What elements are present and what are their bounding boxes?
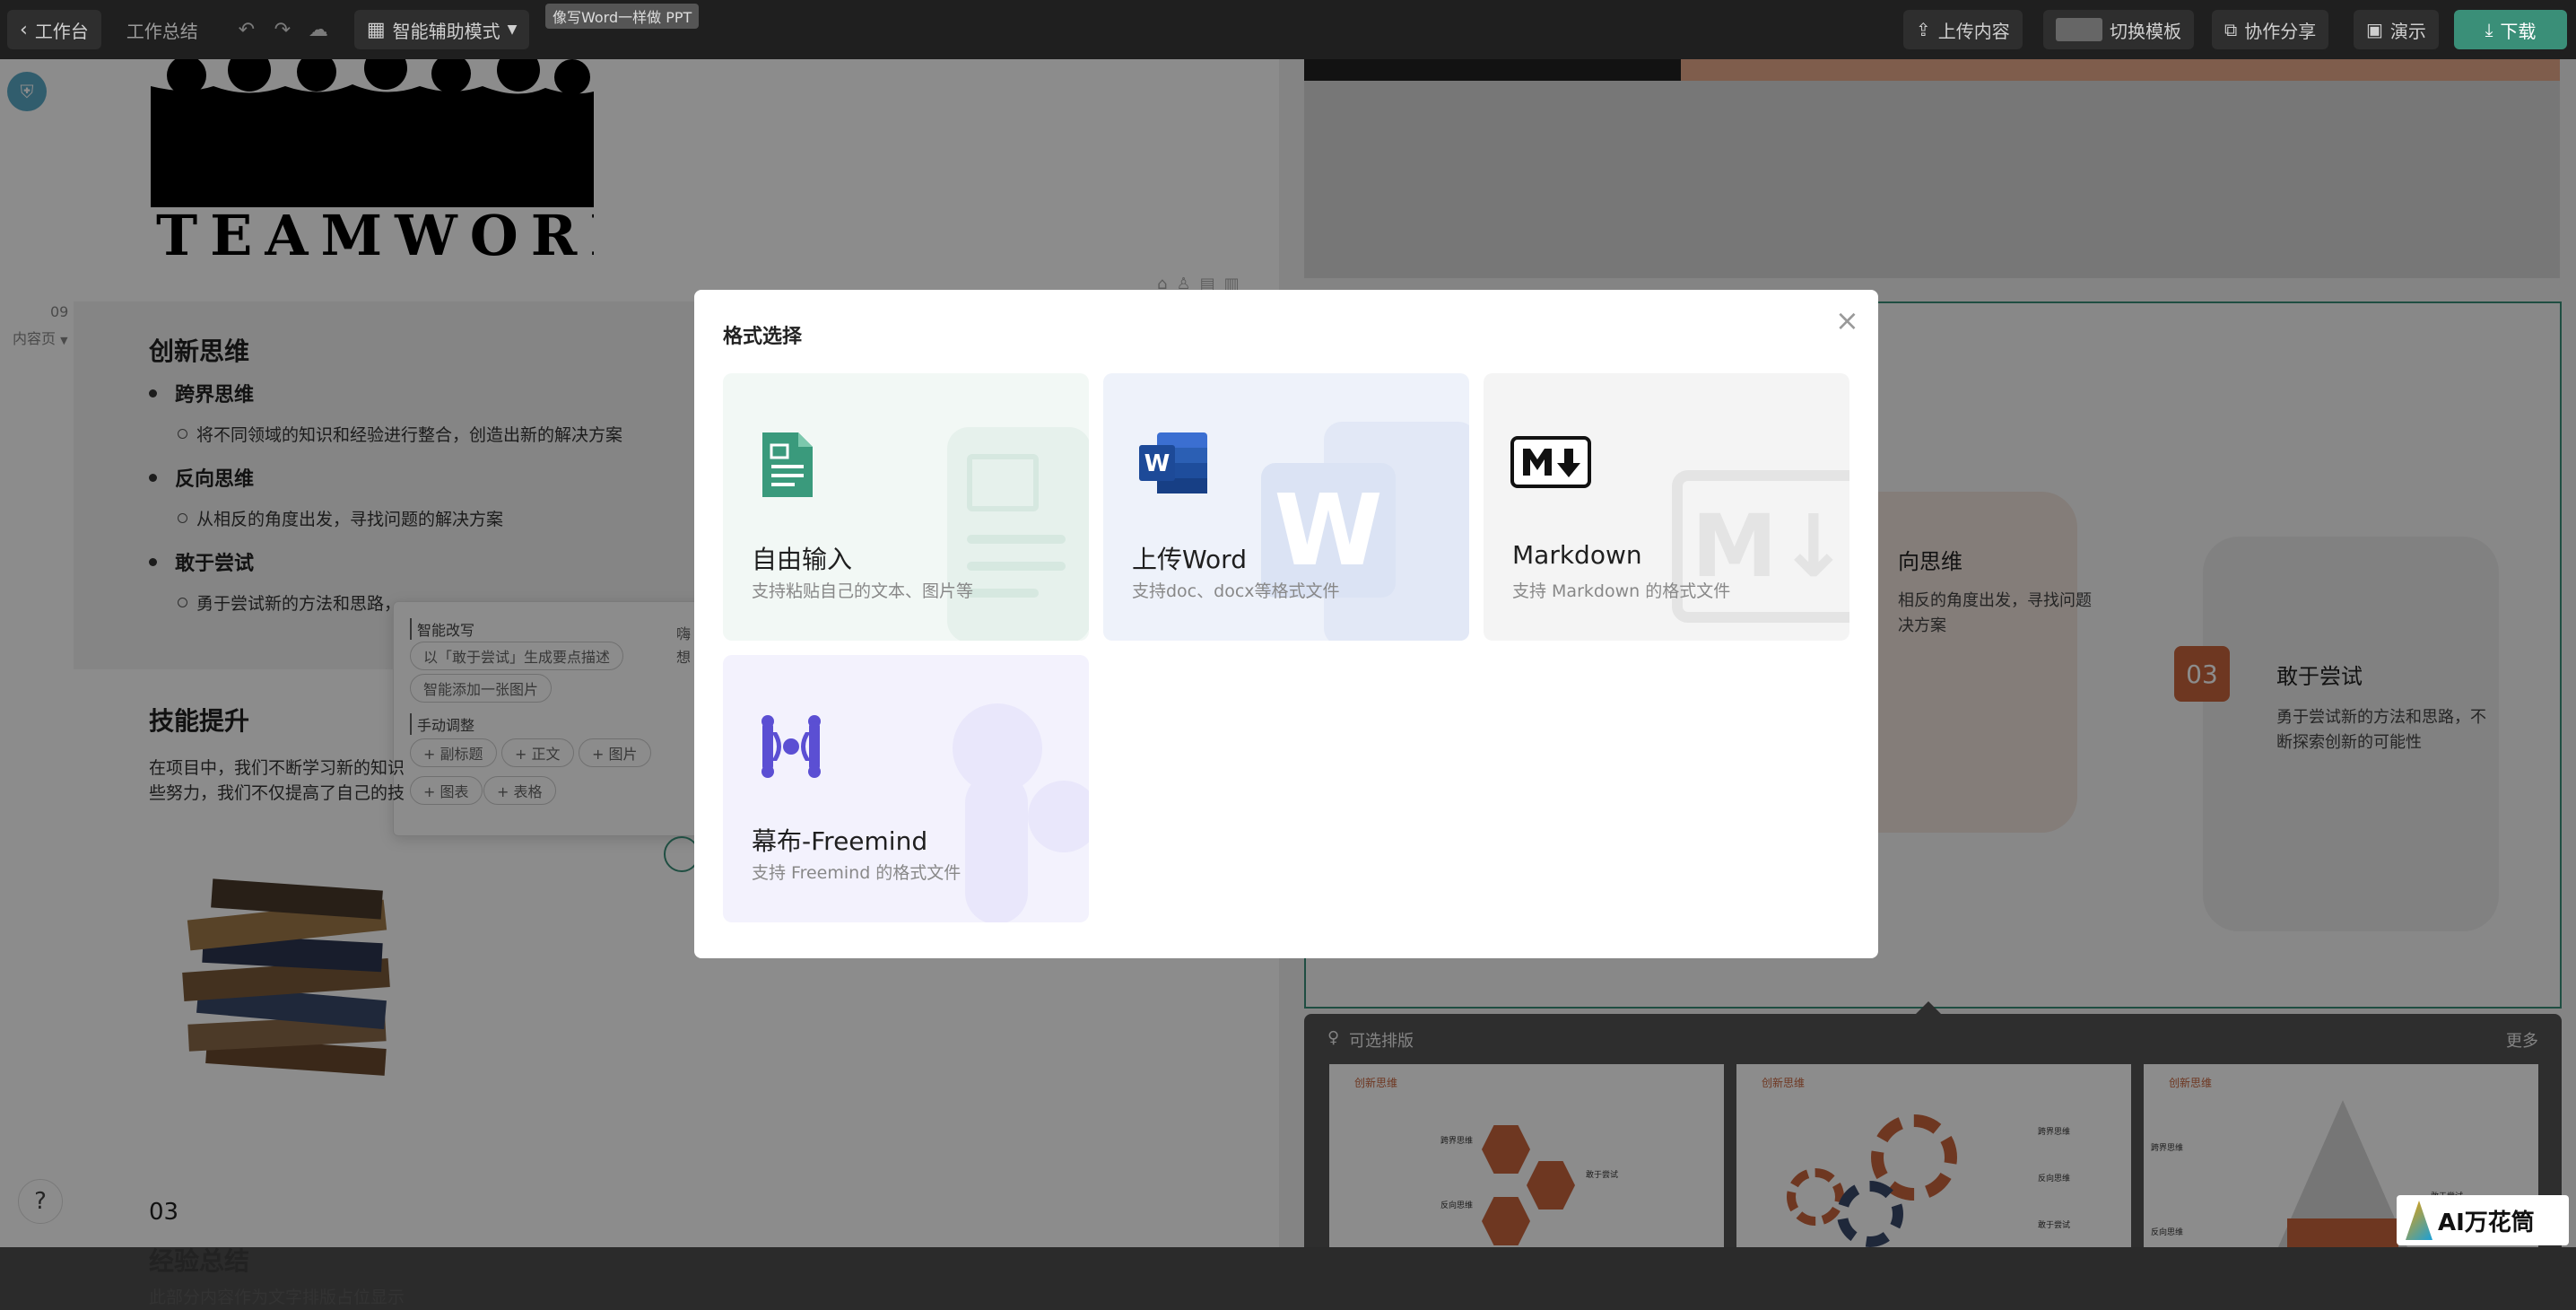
upload-word-card[interactable]: W W 上传Word 支持doc、docx等格式文件 xyxy=(1103,373,1469,641)
upload-content-button[interactable]: ⇪ 上传内容 xyxy=(1903,10,2023,49)
dialog-title: 格式选择 xyxy=(723,326,803,348)
markdown-icon xyxy=(1510,436,1591,490)
card-description: 支持粘贴自己的文本、图片等 xyxy=(752,581,974,601)
markdown-card[interactable]: M↓ Markdown 支持 Markdown 的格式文件 xyxy=(1484,373,1849,641)
top-toolbar: ‹ 工作台 工作总结 ↶ ↷ ☁ ▦ 智能辅助模式 ▼ ⇪ 上传内容 切换模板 … xyxy=(0,0,2576,59)
undo-icon[interactable]: ↶ xyxy=(229,12,265,48)
present-icon: ▣ xyxy=(2366,19,2383,40)
share-button[interactable]: ⧉ 协作分享 xyxy=(2212,10,2329,49)
download-label: 下载 xyxy=(2500,20,2537,42)
switch-template-label: 切换模板 xyxy=(2110,20,2181,42)
format-select-dialog: 格式选择 × 自由输入 支持粘贴自己的文本、图片等 W W 上传Word 支持d… xyxy=(694,290,1878,958)
switch-template-button[interactable]: 切换模板 xyxy=(2043,10,2194,49)
card-title: 幕布-Freemind xyxy=(752,826,928,856)
mubu-icon xyxy=(759,714,822,778)
present-label: 演示 xyxy=(2389,20,2426,42)
watermark-logo: AI万花筒 xyxy=(2397,1195,2569,1245)
word-icon: W xyxy=(1139,432,1207,495)
watermark-text: AI万花筒 xyxy=(2438,1209,2535,1236)
cloud-sync-icon[interactable]: ☁ xyxy=(300,12,336,48)
mubu-watermark-shape xyxy=(1028,781,1089,852)
section3-paragraph[interactable]: 此部分内容作为文字排版占位显示 xyxy=(149,1285,405,1310)
layout-icon: ▦ xyxy=(366,18,386,41)
watermark-icon xyxy=(2406,1201,2432,1240)
mubu-watermark-shape xyxy=(965,772,1028,922)
mode-selector[interactable]: ▦ 智能辅助模式 ▼ xyxy=(353,10,530,49)
caret-down-icon: ▼ xyxy=(507,22,518,37)
upload-icon: ⇪ xyxy=(1916,19,1931,40)
card-description: 支持 Markdown 的格式文件 xyxy=(1512,581,1731,601)
chevron-left-icon: ‹ xyxy=(20,18,28,41)
share-icon: ⧉ xyxy=(2224,19,2238,40)
mode-label: 智能辅助模式 xyxy=(392,20,500,42)
section3-title[interactable]: 经验总结 xyxy=(149,1242,249,1278)
card-title: 自由输入 xyxy=(752,545,853,574)
redo-icon[interactable]: ↷ xyxy=(265,12,300,48)
upload-label: 上传内容 xyxy=(1937,20,2010,42)
doc-name[interactable]: 工作总结 xyxy=(114,10,211,49)
freemind-card[interactable]: 幕布-Freemind 支持 Freemind 的格式文件 xyxy=(723,655,1089,922)
download-button[interactable]: ⤓ 下载 xyxy=(2454,10,2567,49)
free-input-card[interactable]: 自由输入 支持粘贴自己的文本、图片等 xyxy=(723,373,1089,641)
back-label: 工作台 xyxy=(34,20,89,42)
mode-tooltip: 像写Word一样做 PPT xyxy=(545,4,700,29)
card-description: 支持doc、docx等格式文件 xyxy=(1132,581,1340,601)
present-button[interactable]: ▣ 演示 xyxy=(2354,10,2439,49)
back-to-workbench-button[interactable]: ‹ 工作台 xyxy=(7,10,101,49)
word-watermark-icon: W xyxy=(1261,422,1469,641)
document-icon xyxy=(759,432,822,497)
close-icon[interactable]: × xyxy=(1835,306,1859,335)
card-title: Markdown xyxy=(1512,540,1642,570)
card-title: 上传Word xyxy=(1132,545,1247,574)
svg-text:W: W xyxy=(1144,450,1171,477)
template-thumbnail-icon xyxy=(2056,18,2102,41)
download-icon: ⤓ xyxy=(2485,19,2493,40)
share-label: 协作分享 xyxy=(2244,20,2317,42)
document-watermark-icon xyxy=(947,427,1089,641)
card-description: 支持 Freemind 的格式文件 xyxy=(752,863,962,883)
